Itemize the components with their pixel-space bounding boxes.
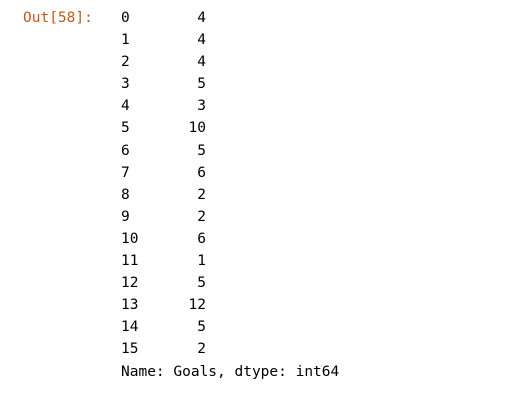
row-index: 13 xyxy=(121,297,139,314)
row-index: 7 xyxy=(121,164,130,181)
series-row: 35 xyxy=(121,73,421,95)
row-value: 4 xyxy=(197,32,206,49)
row-index: 15 xyxy=(121,341,139,358)
series-output[interactable]: 0 4 1 4 2 4 3 5 4 3 5 10 6 5 7 6 8 2 9 2 10 6 11 1 12 5 13 12 14 5 15 2… xyxy=(121,7,421,383)
row-index: 14 xyxy=(121,319,139,336)
row-value: 3 xyxy=(197,98,206,115)
series-row: 15 2 xyxy=(121,338,421,360)
series-row: 14 5 xyxy=(121,316,421,338)
row-value: 4 xyxy=(197,54,206,71)
row-index: 1 xyxy=(121,32,130,49)
row-index: 4 xyxy=(121,98,130,115)
row-index: 10 xyxy=(121,230,139,247)
row-index: 8 xyxy=(121,186,130,203)
row-index: 5 xyxy=(121,120,130,137)
row-value: 5 xyxy=(197,319,206,336)
row-value: 10 xyxy=(188,120,206,137)
series-row: 82 xyxy=(121,184,421,206)
series-row: 14 xyxy=(121,29,421,51)
series-rows: 0 4 1 4 2 4 3 5 4 3 5 10 6 5 7 6 8 2 9 2 10 6 11 1 12 5 13 12 14 5 15 2 xyxy=(121,7,421,361)
series-footer: Name: Goals, dtype: int64 xyxy=(121,363,340,380)
output-prompt: Out[58]: xyxy=(23,10,93,26)
row-value: 12 xyxy=(188,297,206,314)
row-index: 9 xyxy=(121,208,130,225)
series-row: 12 5 xyxy=(121,272,421,294)
series-row: 04 xyxy=(121,7,421,29)
series-row: 92 xyxy=(121,206,421,228)
row-index: 12 xyxy=(121,275,139,292)
row-value: 5 xyxy=(197,275,206,292)
row-index: 11 xyxy=(121,253,139,270)
row-index: 3 xyxy=(121,76,130,93)
row-value: 5 xyxy=(197,142,206,159)
row-index: 0 xyxy=(121,10,130,26)
row-value: 2 xyxy=(197,186,206,203)
row-value: 1 xyxy=(197,253,206,270)
notebook-output-cell: Out[58]: 0 4 1 4 2 4 3 5 4 3 5 10 6 5 7 6 8 2 9 2 10 6 11 1 12 5 1… xyxy=(0,0,505,403)
series-row: 76 xyxy=(121,162,421,184)
row-value: 2 xyxy=(197,208,206,225)
series-row: 5 10 xyxy=(121,117,421,139)
series-row: 24 xyxy=(121,51,421,73)
series-row: 13 12 xyxy=(121,294,421,316)
series-row: 11 1 xyxy=(121,250,421,272)
row-value: 5 xyxy=(197,76,206,93)
series-row: 65 xyxy=(121,140,421,162)
row-value: 2 xyxy=(197,341,206,358)
row-value: 6 xyxy=(197,164,206,181)
series-row: 10 6 xyxy=(121,228,421,250)
row-value: 4 xyxy=(197,10,206,26)
row-value: 6 xyxy=(197,230,206,247)
row-index: 6 xyxy=(121,142,130,159)
row-index: 2 xyxy=(121,54,130,71)
series-row: 43 xyxy=(121,95,421,117)
